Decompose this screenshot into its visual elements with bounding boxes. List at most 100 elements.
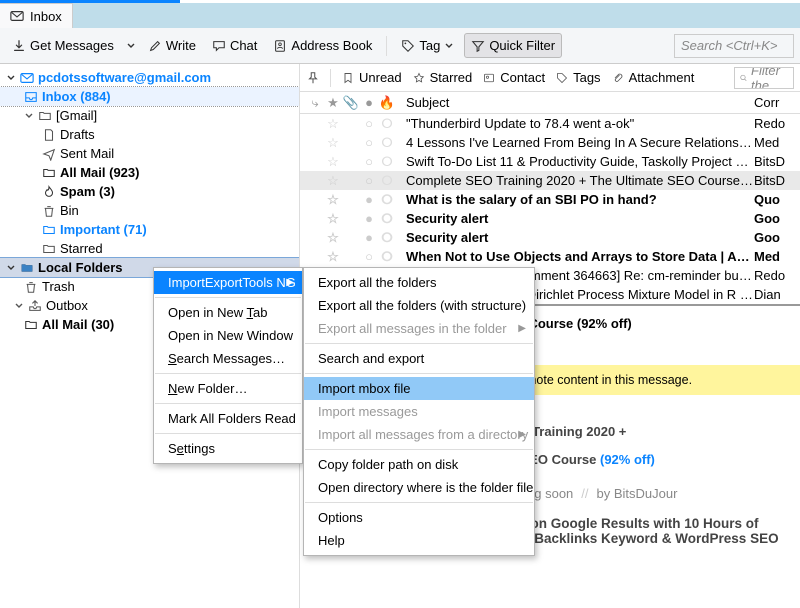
quick-filter-button[interactable]: Quick Filter	[464, 33, 562, 58]
subject-header[interactable]: Subject	[396, 95, 754, 110]
contact-icon	[482, 71, 496, 85]
filter-attachment[interactable]: Attachment	[611, 70, 695, 85]
read-icon[interactable]: ●	[360, 230, 378, 245]
read-icon[interactable]: ○	[360, 135, 378, 150]
tag-icon	[555, 71, 569, 85]
get-messages-dropdown[interactable]	[124, 37, 138, 55]
message-row[interactable]: ☆○ⵔComplete SEO Training 2020 + The Ulti…	[300, 171, 800, 190]
ctx-open-dir[interactable]: Open directory where is the folder file	[304, 476, 534, 499]
trash-icon	[42, 204, 56, 218]
junk-icon[interactable]: ⵔ	[378, 211, 396, 227]
message-row[interactable]: ☆ ○ⵔWhen Not to Use Objects and Arrays to…	[300, 247, 800, 266]
tag-button[interactable]: Tag	[395, 34, 460, 57]
ctx-search-messages[interactable]: Search Messages…	[154, 347, 302, 370]
ctx-options[interactable]: Options	[304, 506, 534, 529]
trash-icon	[24, 280, 38, 294]
junk-col-icon[interactable]: 🔥	[378, 95, 396, 111]
ctx-open-new-window[interactable]: Open in New Window	[154, 324, 302, 347]
main-toolbar: Get Messages Write Chat Address Book Tag…	[0, 28, 800, 64]
folder-starred[interactable]: Starred	[0, 239, 299, 258]
message-correspondent: Redo	[754, 116, 794, 131]
ctx-import-export-tools[interactable]: ImportExportTools NG▶	[154, 271, 302, 294]
message-row[interactable]: ☆●ⵔWhat is the salary of an SBI PO in ha…	[300, 190, 800, 209]
read-icon[interactable]: ○	[360, 116, 378, 131]
folder-important[interactable]: Important (71)	[0, 220, 299, 239]
folder-sent[interactable]: Sent Mail	[0, 144, 299, 163]
star-icon[interactable]: ☆	[324, 154, 342, 170]
star-icon[interactable]: ☆	[324, 230, 342, 246]
ctx-new-folder[interactable]: New Folder…	[154, 377, 302, 400]
junk-icon[interactable]: ⵔ	[378, 154, 396, 170]
send-icon	[42, 147, 56, 161]
filter-contact[interactable]: Contact	[482, 70, 545, 85]
ctx-export-structure[interactable]: Export all the folders (with structure)	[304, 294, 534, 317]
ctx-help[interactable]: Help	[304, 529, 534, 552]
download-icon	[12, 39, 26, 53]
tab-bar: Inbox	[0, 3, 800, 28]
message-row[interactable]: ☆●ⵔSecurity alertGoo	[300, 228, 800, 247]
message-subject: When Not to Use Objects and Arrays to St…	[396, 249, 754, 264]
pencil-icon	[148, 39, 162, 53]
message-row[interactable]: ☆○ⵔSwift To-Do List 11 & Productivity Gu…	[300, 152, 800, 171]
read-icon[interactable]: ●	[360, 192, 378, 207]
correspondent-header[interactable]: Corr	[754, 95, 794, 110]
star-icon[interactable]: ☆	[324, 135, 342, 151]
ctx-copy-path[interactable]: Copy folder path on disk	[304, 453, 534, 476]
ctx-settings[interactable]: Settings	[154, 437, 302, 460]
folder-drafts[interactable]: Drafts	[0, 125, 299, 144]
tag-icon	[401, 39, 415, 53]
junk-icon[interactable]: ⵔ	[378, 135, 396, 151]
junk-icon[interactable]: ⵔ	[378, 173, 396, 189]
tab-inbox[interactable]: Inbox	[0, 3, 73, 28]
star-icon[interactable]: ☆	[324, 192, 342, 208]
filter-search-input[interactable]: Filter the	[734, 67, 794, 89]
star-icon[interactable]: ☆	[324, 211, 342, 227]
junk-icon[interactable]: ⵔ	[378, 116, 396, 132]
message-correspondent: Med	[754, 249, 794, 264]
junk-icon[interactable]: ⵔ	[378, 192, 396, 208]
thread-col-icon[interactable]: ⤷	[306, 95, 324, 111]
star-col-icon[interactable]: ★	[324, 95, 342, 111]
read-icon[interactable]: ○	[360, 249, 378, 264]
folder-gmail[interactable]: [Gmail]	[0, 106, 299, 125]
star-icon[interactable]: ☆	[324, 173, 342, 189]
junk-icon[interactable]: ⵔ	[378, 230, 396, 246]
read-icon[interactable]: ○	[360, 154, 378, 169]
ctx-import-mbox[interactable]: Import mbox file	[304, 377, 534, 400]
star-icon[interactable]: ☆	[324, 116, 342, 132]
folder-context-menu: ImportExportTools NG▶ Open in New Tab Op…	[153, 267, 303, 464]
message-correspondent: Quo	[754, 192, 794, 207]
ctx-export-all[interactable]: Export all the folders	[304, 271, 534, 294]
ctx-open-new-tab[interactable]: Open in New Tab	[154, 301, 302, 324]
pin-icon[interactable]	[306, 71, 320, 85]
folder-spam[interactable]: Spam (3)	[0, 182, 299, 201]
folder-allmail[interactable]: All Mail (923)	[0, 163, 299, 182]
mail-icon	[20, 71, 34, 85]
write-button[interactable]: Write	[142, 34, 202, 57]
folder-bin[interactable]: Bin	[0, 201, 299, 220]
folder-inbox[interactable]: Inbox (884)	[0, 87, 299, 106]
read-col-icon[interactable]: ●	[360, 95, 378, 110]
chevron-right-icon: ▶	[286, 277, 294, 288]
global-search-input[interactable]: Search <Ctrl+K>	[674, 34, 794, 58]
message-row[interactable]: ☆○ⵔ"Thunderbird Update to 78.4 went a-ok…	[300, 114, 800, 133]
message-row[interactable]: ☆●ⵔSecurity alertGoo	[300, 209, 800, 228]
star-icon[interactable]: ☆	[324, 249, 342, 265]
get-messages-button[interactable]: Get Messages	[6, 34, 120, 57]
attach-col-icon[interactable]: 📎	[342, 95, 360, 111]
outbox-icon	[28, 299, 42, 313]
message-row[interactable]: ☆○ⵔ4 Lessons I've Learned From Being In …	[300, 133, 800, 152]
folder-icon	[38, 109, 52, 123]
ctx-mark-all-read[interactable]: Mark All Folders Read	[154, 407, 302, 430]
read-icon[interactable]: ●	[360, 211, 378, 226]
filter-tags[interactable]: Tags	[555, 70, 600, 85]
message-subject: Security alert	[396, 211, 754, 226]
address-book-button[interactable]: Address Book	[267, 34, 378, 57]
read-icon[interactable]: ○	[360, 173, 378, 188]
account-row[interactable]: pcdotssoftware@gmail.com	[0, 68, 299, 87]
junk-icon[interactable]: ⵔ	[378, 249, 396, 265]
filter-starred[interactable]: Starred	[412, 70, 473, 85]
ctx-search-export[interactable]: Search and export	[304, 347, 534, 370]
chat-button[interactable]: Chat	[206, 34, 263, 57]
filter-unread[interactable]: Unread	[341, 70, 402, 85]
